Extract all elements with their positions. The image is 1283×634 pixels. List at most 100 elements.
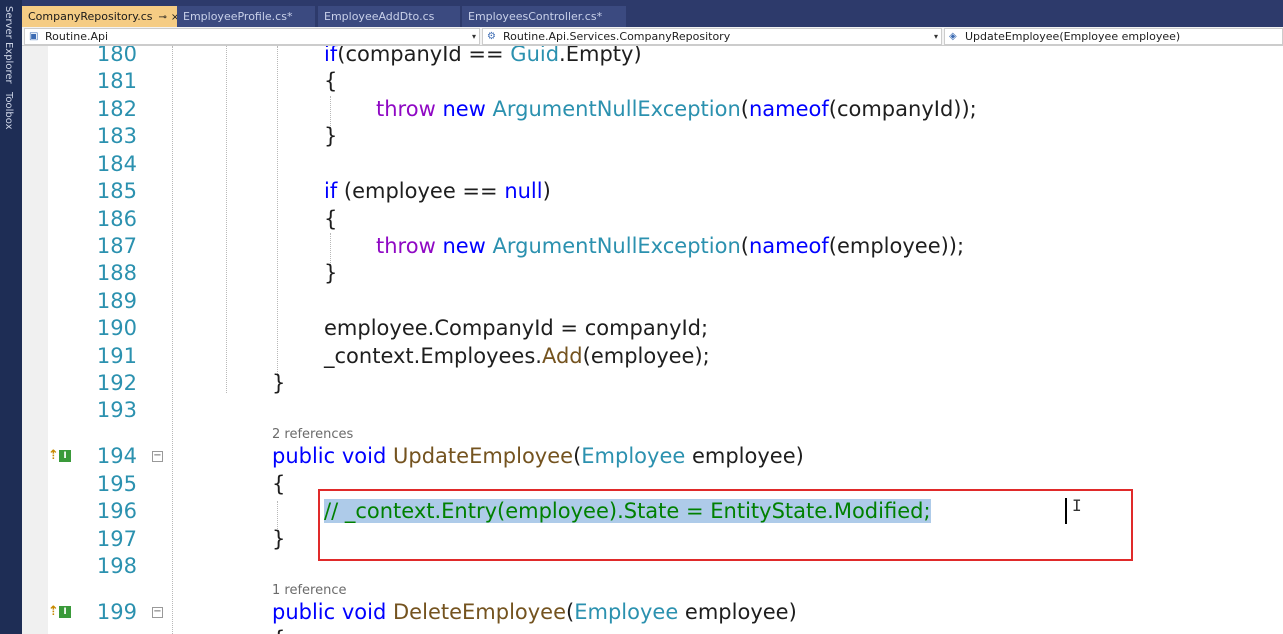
- codelens-references[interactable]: 2 references: [272, 427, 353, 442]
- code-token: throw: [376, 234, 436, 258]
- pin-icon[interactable]: ⊸: [159, 12, 167, 23]
- code-token: (companyId));: [828, 97, 977, 121]
- code-token: public: [272, 600, 336, 624]
- toolbox-tab[interactable]: Toolbox: [3, 92, 14, 130]
- chevron-down-icon: ▾: [933, 32, 938, 41]
- line-number: 190: [96, 316, 137, 340]
- line-number: 195: [96, 472, 137, 496]
- code-token: employee): [678, 600, 797, 624]
- code-token: new: [442, 97, 486, 121]
- code-token: (employee));: [828, 234, 965, 258]
- tab-label: EmployeesController.cs*: [468, 10, 603, 23]
- code-token: ArgumentNullException: [492, 97, 741, 121]
- code-token: UpdateEmployee: [393, 444, 574, 468]
- code-line-192: }: [272, 371, 286, 395]
- code-token: (: [740, 234, 749, 258]
- text-caret: [1065, 498, 1067, 524]
- line-number: 192: [96, 371, 137, 395]
- collapse-icon[interactable]: −: [152, 607, 163, 618]
- code-token: (: [566, 600, 575, 624]
- project-icon: ▣: [29, 31, 39, 42]
- tab-label: CompanyRepository.cs: [28, 10, 153, 23]
- ibeam-cursor-icon: I: [1072, 496, 1082, 515]
- line-number: 184: [96, 152, 137, 176]
- chevron-down-icon: ▾: [471, 32, 476, 41]
- code-token: Employee: [574, 600, 679, 624]
- code-token: (employee);: [582, 344, 710, 368]
- code-line-195: {: [272, 472, 286, 496]
- navigation-bar: ▣ Routine.Api ▾ ⚙ Routine.Api.Services.C…: [22, 27, 1283, 46]
- code-line-183: }: [324, 124, 338, 148]
- code-token: null: [504, 179, 543, 203]
- code-token: Guid: [510, 46, 560, 66]
- indent-guide: [277, 46, 278, 376]
- indent-guide: [172, 46, 173, 634]
- tab-employees-controller[interactable]: EmployeesController.cs*: [462, 6, 626, 27]
- line-number: 194: [96, 444, 137, 468]
- line-number: 182: [96, 97, 137, 121]
- code-line-185: if (employee == null): [324, 178, 551, 205]
- document-tab-bar: CompanyRepository.cs ⊸ × EmployeeProfile.c…: [22, 0, 1283, 27]
- project-dropdown[interactable]: ▣ Routine.Api ▾: [24, 28, 480, 45]
- implementation-glyph[interactable]: ⇡ I: [48, 605, 74, 619]
- arrow-up-icon: ⇡: [48, 448, 59, 463]
- code-token: _context.Employees.: [324, 344, 542, 368]
- implementation-glyph[interactable]: ⇡ I: [48, 449, 74, 463]
- code-line-186: {: [324, 207, 338, 231]
- line-number: 185: [96, 179, 137, 203]
- line-number: 198: [96, 554, 137, 578]
- code-line-197: }: [272, 527, 286, 551]
- member-name: UpdateEmployee(Employee employee): [965, 30, 1181, 43]
- interface-icon: I: [59, 606, 71, 618]
- code-line-199: public void DeleteEmployee(Employee empl…: [272, 599, 797, 626]
- line-number: 199: [96, 600, 137, 624]
- line-number: 180: [96, 46, 137, 66]
- code-editor[interactable]: 180 181 182 183 184 185 186 187 188 189 …: [22, 46, 1283, 634]
- code-token: throw: [376, 97, 436, 121]
- code-line-182: throw new ArgumentNullException(nameof(c…: [376, 96, 977, 123]
- line-number: 181: [96, 69, 137, 93]
- member-dropdown[interactable]: ◈ UpdateEmployee(Employee employee): [944, 28, 1283, 45]
- class-dropdown[interactable]: ⚙ Routine.Api.Services.CompanyRepository…: [482, 28, 942, 45]
- code-token: if: [324, 46, 338, 66]
- tab-company-repository[interactable]: CompanyRepository.cs ⊸ ×: [22, 6, 180, 27]
- tab-employee-add-dto[interactable]: EmployeeAddDto.cs: [318, 6, 460, 27]
- code-line-188: }: [324, 261, 338, 285]
- code-token: void: [341, 600, 387, 624]
- indent-guide: [226, 46, 227, 393]
- code-token: nameof: [748, 234, 829, 258]
- codelens-references[interactable]: 1 reference: [272, 583, 346, 598]
- server-explorer-tab[interactable]: Server Explorer: [3, 6, 14, 84]
- code-token: (: [740, 97, 749, 121]
- code-token: ArgumentNullException: [492, 234, 741, 258]
- line-number: 193: [96, 398, 137, 422]
- collapse-icon[interactable]: −: [152, 451, 163, 462]
- line-number: 197: [96, 527, 137, 551]
- code-token: companyId ==: [345, 46, 511, 66]
- member-icon: ◈: [949, 31, 957, 42]
- code-line-190: employee.CompanyId = companyId;: [324, 316, 709, 340]
- arrow-up-icon: ⇡: [48, 604, 59, 619]
- code-token: public: [272, 444, 336, 468]
- tab-label: EmployeeProfile.cs*: [183, 10, 293, 23]
- code-token: ): [542, 179, 551, 203]
- line-number: 187: [96, 234, 137, 258]
- class-icon: ⚙: [487, 31, 496, 42]
- class-name: Routine.Api.Services.CompanyRepository: [503, 30, 731, 43]
- project-name: Routine.Api: [45, 30, 109, 43]
- code-token: Employee: [581, 444, 686, 468]
- code-line-187: throw new ArgumentNullException(nameof(e…: [376, 233, 964, 260]
- code-token: new: [442, 234, 486, 258]
- code-token: (employee ==: [337, 179, 505, 203]
- code-token: .Empty): [559, 46, 642, 66]
- code-token: DeleteEmployee: [393, 600, 567, 624]
- code-line-194: public void UpdateEmployee(Employee empl…: [272, 443, 804, 470]
- tab-employee-profile[interactable]: EmployeeProfile.cs*: [177, 6, 315, 27]
- code-line-200: {: [272, 626, 285, 634]
- tab-label: EmployeeAddDto.cs: [324, 10, 435, 23]
- code-token: employee): [685, 444, 804, 468]
- code-token: if: [324, 179, 338, 203]
- line-number: 196: [96, 499, 137, 523]
- code-token: Add: [541, 344, 583, 368]
- interface-icon: I: [59, 450, 71, 462]
